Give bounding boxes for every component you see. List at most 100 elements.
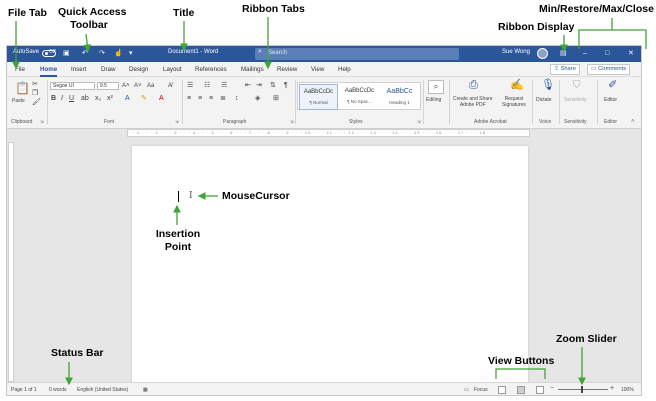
font-launcher-icon[interactable]: ⇲ [175,119,179,125]
align-center-icon[interactable]: ≡ [198,95,202,103]
callout-insertion-line1: Insertion [155,228,201,240]
italic-icon[interactable]: I [61,95,63,103]
format-painter-icon[interactable]: 🖌 [32,99,41,107]
collapse-ribbon-icon[interactable]: ˄ [631,119,635,125]
page-count[interactable]: Page 1 of 1 [11,387,37,393]
cut-icon[interactable]: ✂ [32,81,38,89]
save-icon[interactable]: ▣ [63,48,70,60]
comments-button[interactable]: ▭ Comments [587,64,631,75]
sort-icon[interactable]: ⇅ [270,82,276,90]
undo-icon[interactable]: ↶ [82,48,88,60]
microphone-icon[interactable]: 🎙 [541,80,555,91]
minimize-button[interactable]: – [583,48,587,60]
font-family-select[interactable]: Segoe UI [50,82,95,90]
horizontal-ruler[interactable]: · · 1 · · · 2 · · · 3 · · · 4 · · · 5 · … [127,129,530,137]
callout-insertion-point: Insertion Point [151,228,205,254]
document-page[interactable]: I [132,146,528,386]
text-effects-icon[interactable]: A [125,95,130,103]
decrease-indent-icon[interactable]: ⇤ [245,82,251,90]
autosave-toggle[interactable]: Off [42,49,56,57]
request-signatures-button[interactable]: Request Signatures [502,96,526,108]
justify-icon[interactable]: ≣ [220,95,226,103]
style-normal[interactable]: AaBbCcDc ¶ Normal [299,84,338,110]
style-no-spacing[interactable]: AaBbCcDc ¶ No Spac... [340,84,379,110]
clipboard-launcher-icon[interactable]: ⇲ [40,119,44,125]
zoom-out-button[interactable]: − [550,385,554,392]
font-color-icon[interactable]: A [159,95,164,103]
vertical-ruler[interactable] [8,142,14,382]
show-formatting-icon[interactable]: ¶ [284,82,288,90]
editor-icon[interactable]: ✐ [608,80,617,91]
copy-icon[interactable]: ❐ [32,90,38,98]
language-indicator[interactable]: English (United States) [77,387,128,393]
style-heading-1[interactable]: AaBbCc Heading 1 [380,84,419,110]
shrink-font-icon[interactable]: A˅ [134,82,142,90]
customize-qat-icon[interactable]: ▾ [129,48,133,60]
tab-layout[interactable]: Layout [163,66,182,73]
tab-review[interactable]: Review [277,66,297,73]
accessibility-icon[interactable]: ▦ [143,387,148,393]
bold-icon[interactable]: B [51,95,56,103]
style-name: ¶ No Spac... [347,99,372,104]
create-share-pdf-button[interactable]: Create and Share Adobe PDF [453,96,492,108]
find-icon[interactable]: ⌕ [428,80,444,94]
tab-mailings[interactable]: Mailings [241,66,264,73]
sensitivity-button[interactable]: Sensitivity [564,97,587,103]
maximize-button[interactable]: □ [605,48,609,60]
zoom-level[interactable]: 100% [621,387,634,393]
editing-button[interactable]: Editing [426,97,441,103]
line-spacing-icon[interactable]: ↕ [235,95,239,103]
tab-insert[interactable]: Insert [71,66,86,73]
subscript-icon[interactable]: x₂ [95,95,101,103]
search-box[interactable]: ⌕ Search [255,48,459,60]
zoom-in-button[interactable]: + [610,385,614,392]
close-button[interactable]: ✕ [628,48,634,60]
paragraph-launcher-icon[interactable]: ⇲ [290,119,294,125]
zoom-slider-thumb[interactable] [581,386,583,393]
clear-formatting-icon[interactable]: A̸ [168,82,172,90]
web-layout-button[interactable] [536,386,544,394]
tab-view[interactable]: View [311,66,324,73]
focus-button[interactable]: Focus [474,387,488,393]
avatar[interactable] [537,48,548,59]
tab-file[interactable]: File [15,66,25,73]
read-mode-button[interactable] [498,386,506,394]
redo-icon[interactable]: ↷ [99,48,105,60]
dictate-button[interactable]: Dictate [536,97,552,103]
print-layout-button[interactable] [517,386,525,394]
change-case-icon[interactable]: Aa [147,82,154,90]
zoom-slider-track[interactable] [558,389,608,390]
highlight-icon[interactable]: ✎ [141,95,147,103]
grow-font-icon[interactable]: A˄ [122,82,130,90]
tab-references[interactable]: References [195,66,227,73]
styles-launcher-icon[interactable]: ⇲ [417,119,421,125]
touch-mode-icon[interactable]: ☝ [114,48,123,60]
underline-icon[interactable]: U [69,95,74,103]
tab-home[interactable]: Home [40,66,58,77]
superscript-icon[interactable]: x² [107,95,113,103]
multilevel-list-icon[interactable]: ☴ [221,82,227,90]
paste-icon[interactable]: 📋 [15,82,30,94]
increase-indent-icon[interactable]: ⇥ [256,82,262,90]
bullets-icon[interactable]: ☰ [187,82,193,90]
focus-icon[interactable]: ▭ [464,387,469,393]
align-right-icon[interactable]: ≡ [209,95,213,103]
borders-icon[interactable]: ⊞ [273,95,279,103]
user-name[interactable]: Sue Wong [502,49,530,55]
word-count[interactable]: 0 words [49,387,67,393]
tab-draw[interactable]: Draw [101,66,115,73]
numbering-icon[interactable]: ☷ [204,82,210,90]
font-size-select[interactable]: 9.5 [97,82,119,90]
shading-icon[interactable]: ◈ [255,95,260,103]
request-signatures-icon[interactable]: ✍ [510,80,524,91]
tab-design[interactable]: Design [129,66,148,73]
align-left-icon[interactable]: ≡ [187,95,191,103]
editor-button[interactable]: Editor [604,97,617,103]
create-pdf-icon[interactable]: ⎙ [469,80,478,91]
sensitivity-icon[interactable]: ⛉ [573,80,581,91]
strikethrough-icon[interactable]: ab [81,95,89,103]
paste-button-label[interactable]: Paste [12,98,25,104]
share-button[interactable]: ⇪ Share [550,64,580,75]
ribbon-display-options-icon[interactable]: ▤ [560,48,567,60]
tab-help[interactable]: Help [338,66,351,73]
